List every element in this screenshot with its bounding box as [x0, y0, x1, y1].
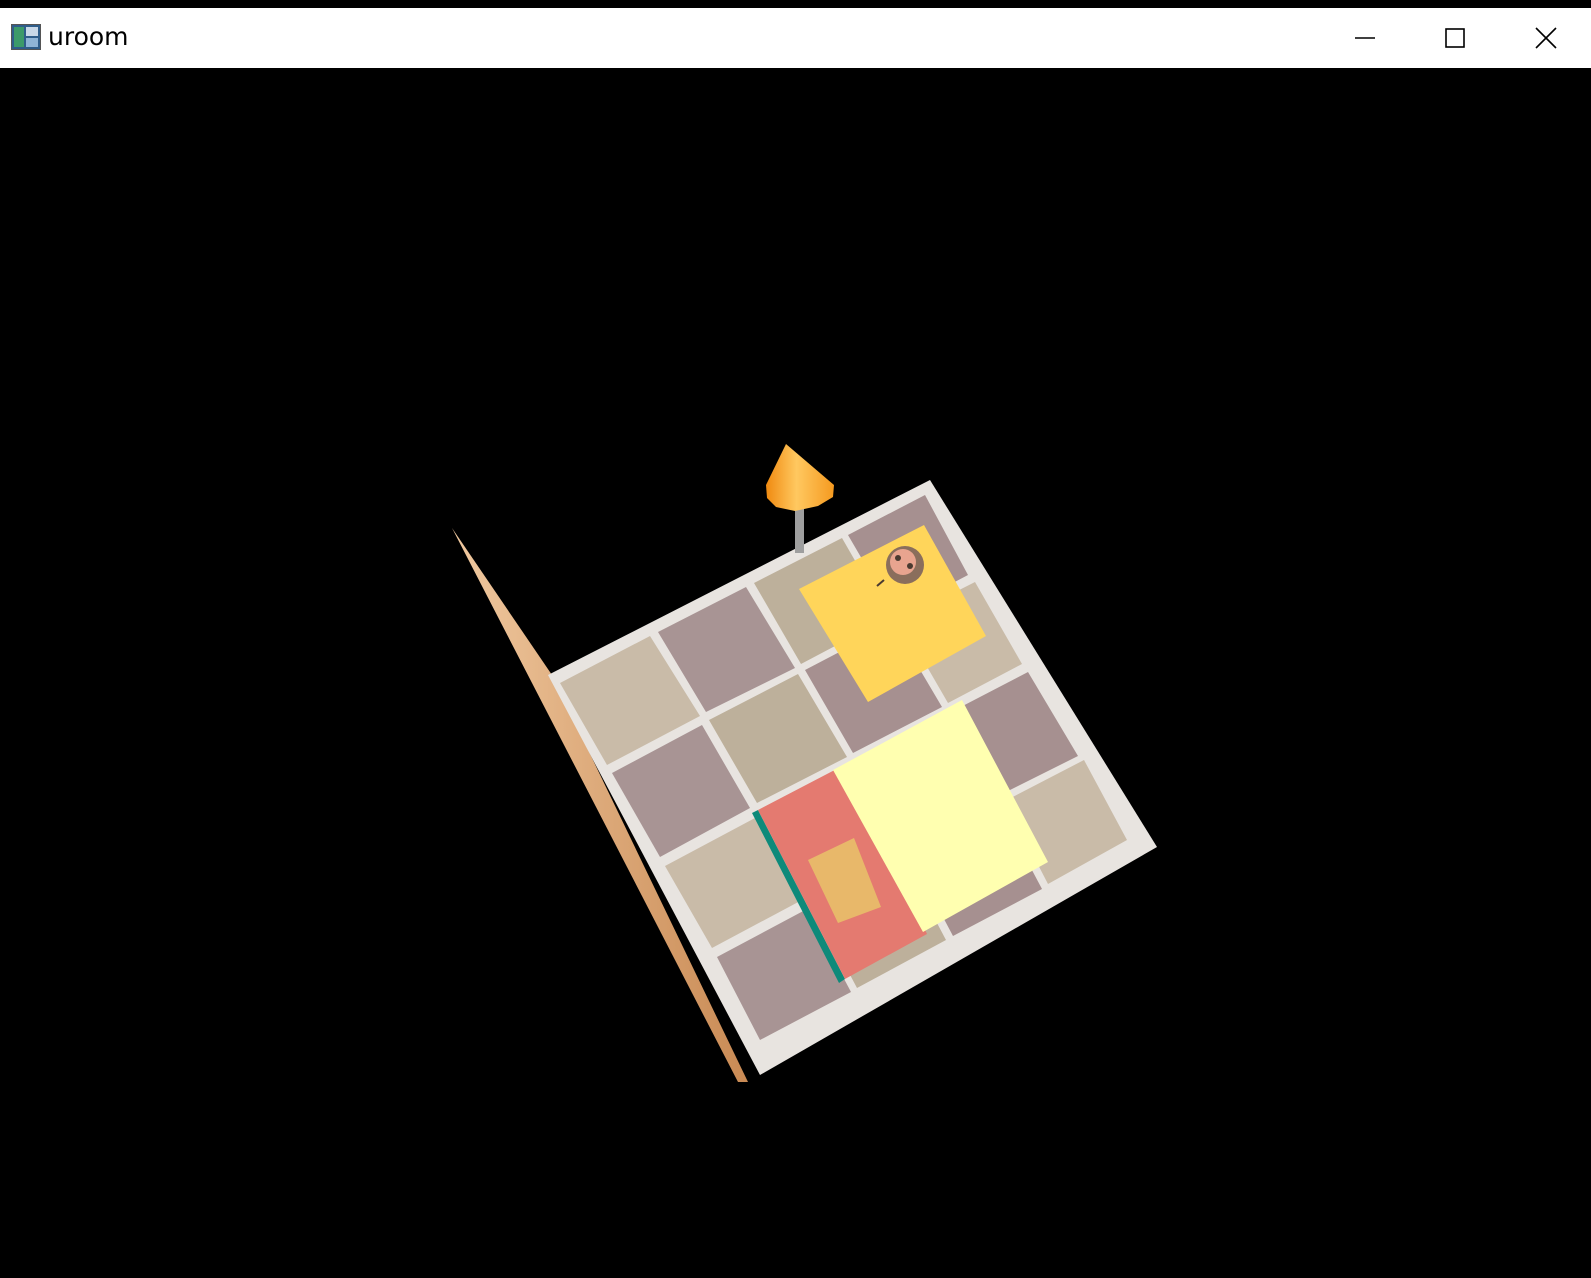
maximize-icon: [1445, 28, 1465, 48]
lamp-pole: [795, 505, 804, 553]
minimize-icon: [1355, 37, 1375, 39]
close-icon: [1535, 27, 1557, 49]
maximize-button[interactable]: [1410, 8, 1500, 68]
top-strip: [0, 0, 1591, 8]
window-titlebar[interactable]: uroom: [0, 8, 1591, 68]
minimize-button[interactable]: [1320, 8, 1410, 68]
close-button[interactable]: [1501, 8, 1591, 68]
lamp-cone: [766, 444, 834, 511]
3d-viewport[interactable]: [0, 68, 1591, 1278]
room-scene[interactable]: [0, 68, 1591, 1278]
window-title: uroom: [48, 22, 129, 51]
app-window-icon: [11, 24, 41, 50]
